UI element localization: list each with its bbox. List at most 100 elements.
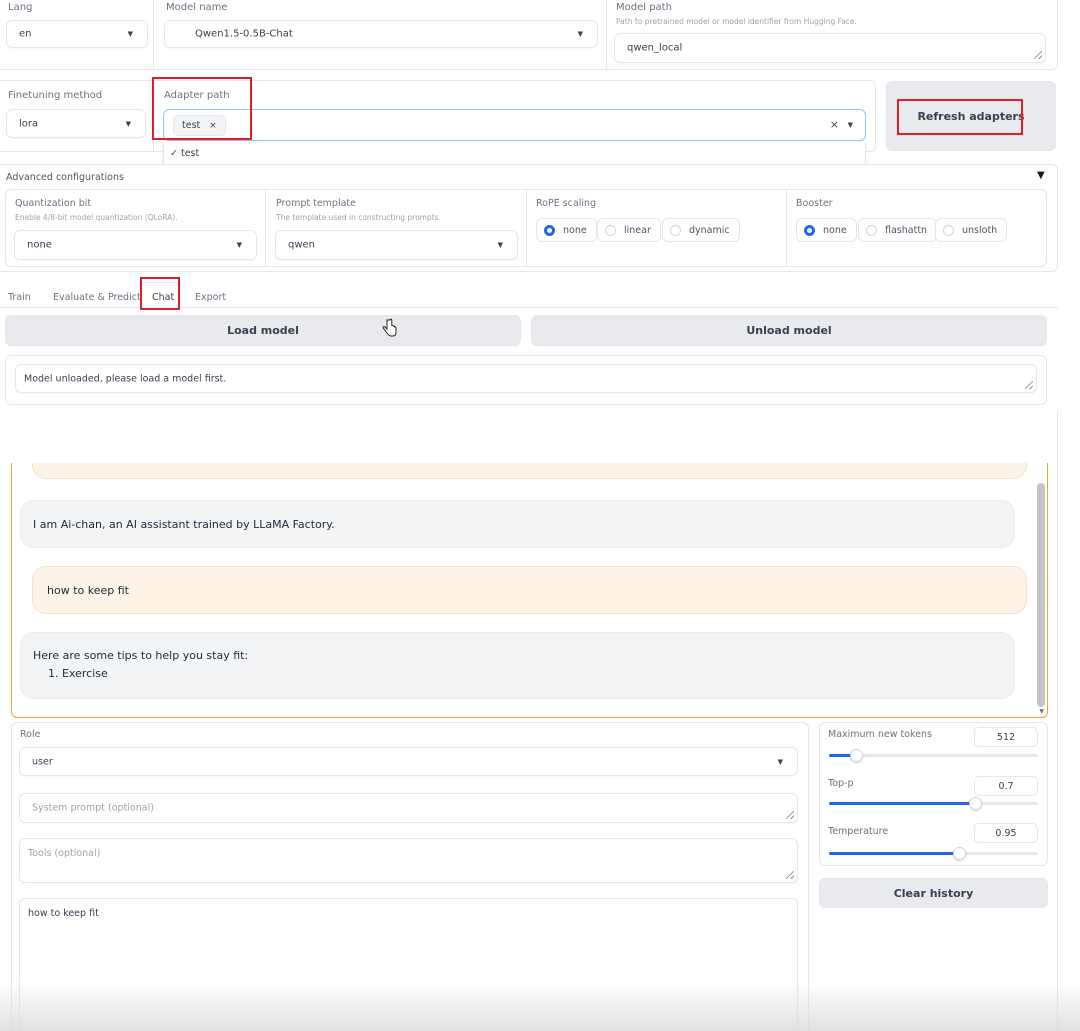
top-p-slider[interactable] [829,797,1038,810]
chatbot[interactable]: I am Ai-chan, an AI assistant trained by… [11,463,1048,718]
tab-evaluate-predict[interactable]: Evaluate & Predict [53,292,141,303]
top-divider-2 [606,0,607,69]
resize-handle-icon[interactable] [786,871,794,879]
model-path-label: Model path [616,2,672,13]
slider-thumb[interactable] [850,749,863,762]
load-model-button[interactable]: Load model [5,315,521,346]
chat-message-user [32,463,1027,479]
rope-option-none[interactable]: none [536,218,597,242]
model-name-dropdown[interactable]: Qwen1.5-0.5B-Chat ▼ [164,20,598,48]
top-p-label: Top-p [828,778,854,789]
prompt-template-label: Prompt template [276,198,356,209]
right-edge-line [1057,410,1058,1031]
clear-icon[interactable]: × [830,118,839,131]
booster-option-unsloth[interactable]: unsloth [935,218,1008,242]
chat-message-text: I am Ai-chan, an AI assistant trained by… [33,518,335,531]
adv-divider-2 [526,190,527,266]
radio-icon [943,224,954,236]
rope-option-linear[interactable]: linear [597,218,661,242]
radio-icon [670,224,681,236]
radio-icon [866,224,877,236]
finetuning-method-value: lora [19,118,39,129]
rope-option-label: linear [624,224,651,236]
chevron-down-icon: ▼ [127,30,133,38]
role-label: Role [20,729,41,740]
adapter-option-test[interactable]: ✓ test [170,148,199,159]
resize-handle-icon[interactable] [786,811,794,819]
rope-scaling-label: RoPE scaling [536,198,597,209]
status-text: Model unloaded, please load a model firs… [24,373,227,384]
system-prompt-input[interactable]: System prompt (optional) [19,793,798,823]
rope-option-label: dynamic [689,224,730,236]
model-path-info: Path to pretrained model or model identi… [616,17,857,26]
booster-option-flashattn[interactable]: flashattn [858,218,938,242]
booster-option-none[interactable]: none [796,218,857,242]
slider-thumb[interactable] [969,797,982,810]
chevron-down-icon: ▼ [497,241,503,249]
adv-divider-3 [786,190,787,266]
chat-message-assistant: I am Ai-chan, an AI assistant trained by… [20,500,1015,548]
max-new-tokens-input[interactable]: 512 [974,727,1038,747]
hand-pointer-cursor-icon [382,318,397,337]
advanced-title[interactable]: Advanced configurations [6,172,124,183]
model-name-label: Model name [166,2,228,13]
slider-thumb[interactable] [953,847,966,860]
prompt-template-value: qwen [288,239,316,251]
bottom-fade [0,981,1080,1031]
adapter-path-multiselect[interactable]: test × × ▼ [163,109,866,141]
collapse-triangle-icon[interactable]: ▼ [1037,170,1045,181]
temperature-slider[interactable] [829,847,1038,860]
chevron-down-icon: ▼ [125,119,131,128]
quantization-label: Quantization bit [15,198,92,209]
temperature-label: Temperature [828,826,889,837]
slider-fill [829,802,975,805]
lang-label: Lang [8,2,33,13]
chevron-down-icon[interactable]: ▼ [848,121,853,129]
booster-label: Booster [796,198,833,209]
chat-message-text: how to keep fit [47,584,129,597]
status-textbox[interactable]: Model unloaded, please load a model firs… [15,364,1037,393]
tab-train[interactable]: Train [8,292,31,303]
quantization-dropdown[interactable]: none ▼ [14,230,257,260]
tab-export[interactable]: Export [195,292,226,303]
model-path-input[interactable]: qwen_local [614,33,1046,63]
tools-input[interactable]: Tools (optional) [19,838,798,883]
finetuning-method-label: Finetuning method [8,90,103,101]
top-p-input[interactable]: 0.7 [974,776,1038,796]
model-name-value: Qwen1.5-0.5B-Chat [195,28,293,40]
resize-handle-icon[interactable] [1025,381,1033,389]
role-dropdown[interactable]: user ▼ [19,747,798,776]
refresh-highlight [897,99,1023,135]
slider-fill [829,852,959,855]
adv-divider-1 [265,190,266,266]
lang-value: en [19,28,32,40]
chat-list-item: 1. Exercise [48,667,108,680]
chat-tab-highlight [140,277,180,310]
booster-option-label: none [823,224,847,236]
quantization-value: none [27,239,52,251]
booster-option-label: flashattn [885,224,928,236]
chat-message-user: how to keep fit [32,566,1027,614]
finetuning-method-dropdown[interactable]: lora ▼ [6,109,146,138]
chat-scrollbar[interactable] [1037,483,1045,707]
resize-handle-icon[interactable] [1034,51,1042,59]
chat-message-text: Here are some tips to help you stay fit: [33,649,249,662]
max-new-tokens-label: Maximum new tokens [828,729,932,740]
rope-option-label: none [563,224,587,236]
top-divider-1 [153,0,154,69]
unload-model-button[interactable]: Unload model [531,315,1047,346]
chat-message-assistant: Here are some tips to help you stay fit:… [20,632,1015,699]
query-text: how to keep fit [28,908,99,919]
temperature-input[interactable]: 0.95 [974,823,1038,843]
chevron-down-icon: ▼ [236,241,242,249]
max-new-tokens-slider[interactable] [829,749,1038,762]
scroll-down-arrow-icon[interactable]: ▼ [1039,708,1044,715]
lang-dropdown[interactable]: en ▼ [6,20,148,48]
rope-option-dynamic[interactable]: dynamic [662,218,740,242]
role-value: user [32,756,53,767]
prompt-template-dropdown[interactable]: qwen ▼ [275,230,518,260]
booster-option-label: unsloth [962,224,998,236]
model-path-value: qwen_local [627,42,683,54]
system-prompt-placeholder: System prompt (optional) [32,802,154,814]
clear-history-button[interactable]: Clear history [819,878,1048,908]
